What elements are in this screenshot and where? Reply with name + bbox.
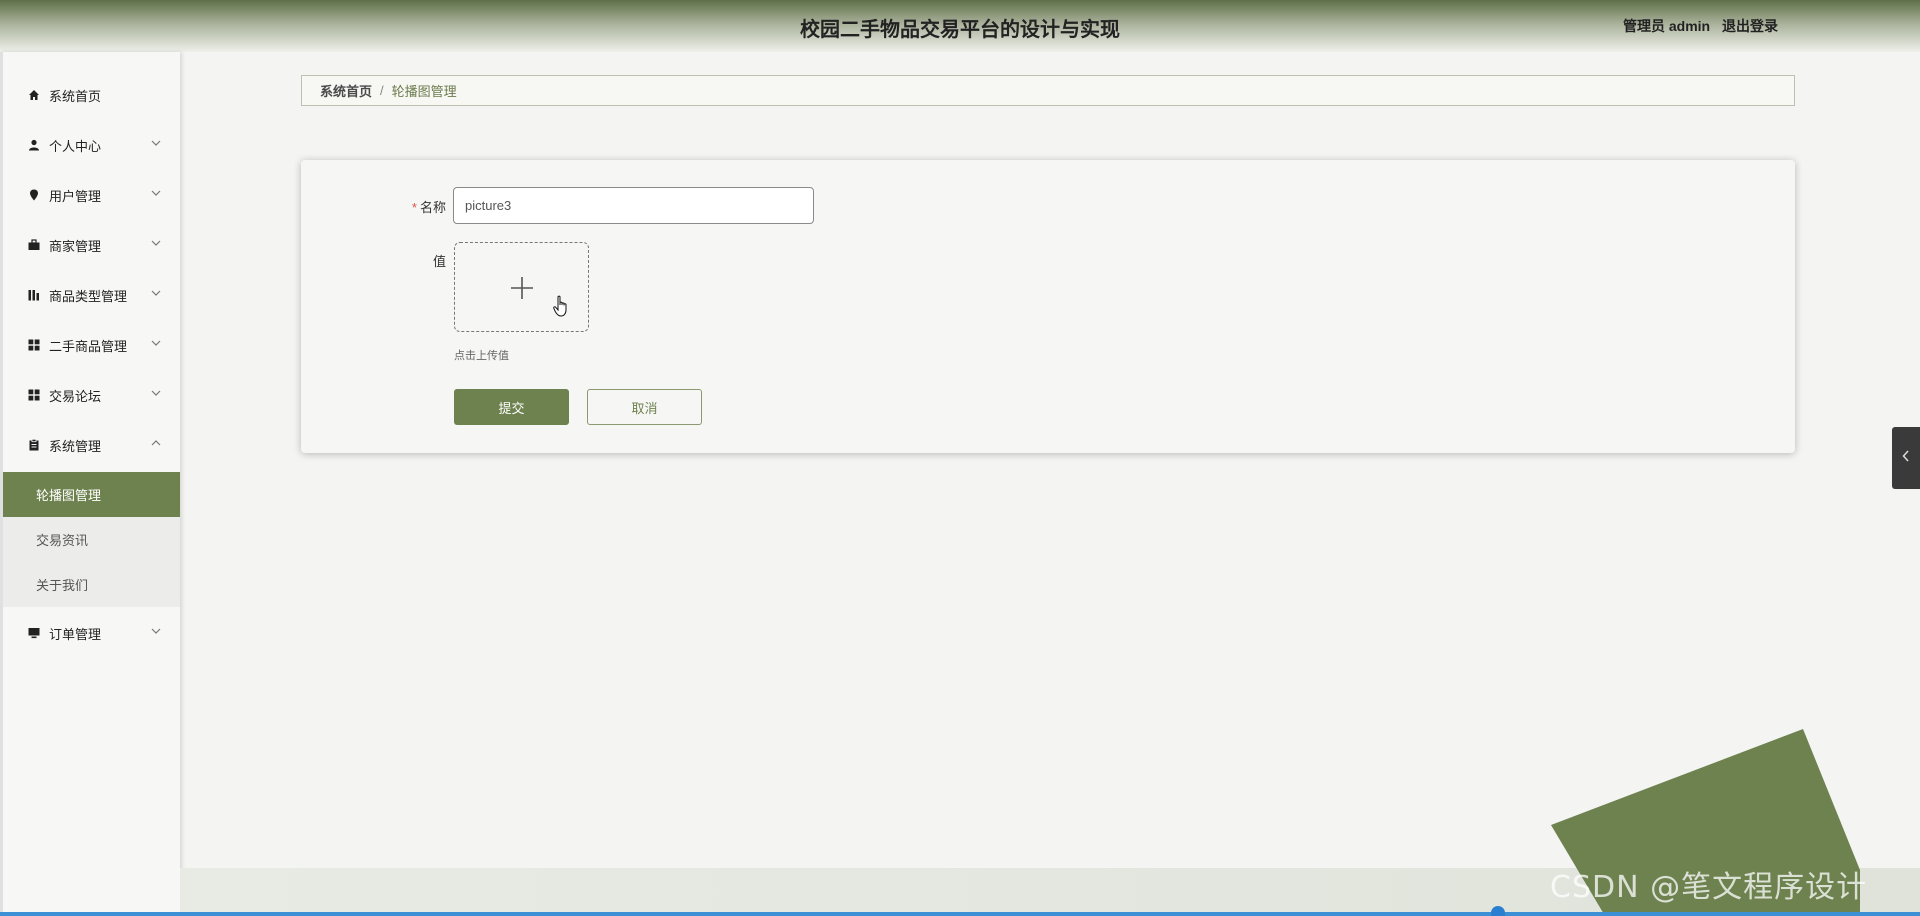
person-icon (27, 138, 41, 152)
image-upload-box[interactable] (454, 242, 589, 332)
sidebar-item-label: 订单管理 (49, 626, 102, 642)
chevron-down-icon (150, 187, 162, 199)
chevron-down-icon (150, 387, 162, 399)
hand-pointer-cursor-icon (553, 295, 571, 322)
watermark: CSDN @笔文程序设计 (1550, 870, 1868, 905)
briefcase-icon (27, 238, 41, 252)
value-label: 值 (432, 254, 446, 269)
sidebar-item-trading-forum[interactable]: 交易论坛 (3, 370, 180, 420)
breadcrumb-current: 轮播图管理 (391, 84, 457, 99)
home-icon (27, 88, 41, 102)
sidebar-item-system-management[interactable]: 系统管理 (3, 420, 180, 470)
location-pin-icon (27, 188, 41, 202)
chevron-up-icon (150, 437, 162, 449)
bottom-scroll-thumb[interactable] (1491, 906, 1505, 916)
chevron-down-icon (150, 237, 162, 249)
breadcrumb: 系统首页 / 轮播图管理 (301, 75, 1795, 106)
sidebar-item-label: 系统管理 (49, 438, 102, 454)
sidebar-subitem-trade-news[interactable]: 交易资讯 (3, 517, 180, 562)
sidebar-item-home[interactable]: 系统首页 (3, 70, 180, 120)
bottom-scroll-track (0, 912, 1920, 916)
chevron-down-icon (150, 137, 162, 149)
chevron-down-icon (150, 625, 162, 637)
chevron-down-icon (150, 337, 162, 349)
top-header: 校园二手物品交易平台的设计与实现 管理员 admin 退出登录 (0, 0, 1920, 52)
sidebar-item-merchant-management[interactable]: 商家管理 (3, 220, 180, 270)
sidebar-item-label: 系统首页 (49, 88, 102, 104)
sidebar-item-label: 用户管理 (49, 188, 102, 204)
decorative-green-shape (1551, 729, 1860, 916)
upload-hint: 点击上传值 (454, 350, 509, 362)
plus-icon (510, 276, 534, 305)
sidebar-item-order-management[interactable]: 订单管理 (3, 608, 180, 658)
chevron-left-icon (1902, 449, 1910, 467)
sidebar-item-label: 二手商品管理 (49, 338, 128, 354)
sidebar: 系统首页 个人中心 用户管理 商家管理 商品类型管理 二手商品管理 交易论坛 系… (0, 52, 180, 916)
grid-icon (27, 338, 41, 352)
sidebar-item-secondhand-goods-management[interactable]: 二手商品管理 (3, 320, 180, 370)
logout-link[interactable]: 退出登录 (1722, 18, 1778, 34)
header-user-area: 管理员 admin 退出登录 (1623, 16, 1778, 36)
sidebar-subitem-carousel-management[interactable]: 轮播图管理 (3, 472, 180, 517)
bar-chart-icon (27, 288, 41, 302)
sidebar-item-personal-center[interactable]: 个人中心 (3, 120, 180, 170)
side-panel-toggle[interactable] (1892, 427, 1920, 489)
required-mark: * (411, 200, 417, 215)
monitor-icon (27, 626, 41, 640)
breadcrumb-home-link[interactable]: 系统首页 (320, 81, 372, 100)
sidebar-subitem-about-us[interactable]: 关于我们 (3, 562, 180, 607)
sidebar-item-label: 商家管理 (49, 238, 102, 254)
clipboard-icon (27, 438, 41, 452)
grid-icon (27, 388, 41, 402)
sidebar-item-user-management[interactable]: 用户管理 (3, 170, 180, 220)
sidebar-item-product-type-management[interactable]: 商品类型管理 (3, 270, 180, 320)
admin-user-label: 管理员 admin (1622, 18, 1711, 34)
sidebar-item-label: 商品类型管理 (49, 288, 128, 304)
breadcrumb-separator: / (380, 83, 384, 98)
sidebar-item-label: 个人中心 (49, 138, 102, 154)
name-label: * 名称 (411, 200, 446, 215)
sidebar-item-label: 交易论坛 (49, 388, 102, 404)
chevron-down-icon (150, 287, 162, 299)
name-input[interactable] (453, 187, 814, 224)
submit-button[interactable]: 提交 (454, 389, 569, 425)
cancel-button[interactable]: 取消 (587, 389, 702, 425)
